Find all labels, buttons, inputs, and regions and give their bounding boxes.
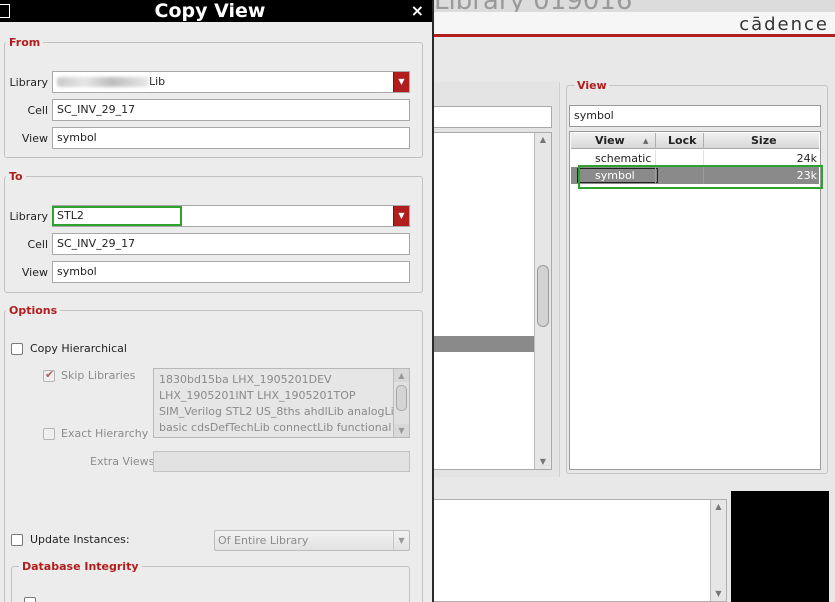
column-header-size[interactable]: Size xyxy=(704,133,819,149)
skip-libraries-list[interactable]: 1830bd15ba LHX_1905201DEV LHX_1905201INT… xyxy=(153,368,410,438)
options-title: Options xyxy=(6,304,61,317)
log-scrollbar[interactable]: ▲ ▼ xyxy=(710,500,726,601)
update-scope-select[interactable]: Of Entire Library ▼ xyxy=(214,530,410,551)
copy-hierarchical-checkbox[interactable] xyxy=(11,343,23,355)
from-library-combo[interactable]: Lib ▼ xyxy=(52,71,410,93)
column-header-view[interactable]: View ▲ xyxy=(571,133,656,149)
from-cell-field[interactable]: SC_INV_29_17 xyxy=(52,99,410,121)
scroll-up-icon[interactable]: ▲ xyxy=(394,369,409,382)
extra-views-field[interactable] xyxy=(153,451,410,472)
from-library-label: Library xyxy=(9,76,48,89)
close-icon[interactable]: × xyxy=(411,2,424,20)
scroll-up-icon[interactable]: ▲ xyxy=(711,500,726,514)
cadence-logo: cādence xyxy=(739,14,829,35)
cell-list-scrollbar[interactable]: ▲ ▼ xyxy=(534,133,551,469)
cell-panel: ▲ ▼ xyxy=(434,82,560,477)
exact-hierarchy-checkbox[interactable] xyxy=(43,428,55,440)
exact-hierarchy-label: Exact Hierarchy xyxy=(61,427,149,440)
dialog-title: Copy View xyxy=(154,0,266,22)
annotation-highlight-library xyxy=(52,206,182,226)
chevron-down-icon[interactable]: ▼ xyxy=(393,72,409,92)
cell-filter-input[interactable] xyxy=(434,106,552,128)
scroll-down-icon[interactable]: ▼ xyxy=(535,455,551,469)
update-instances-checkbox[interactable] xyxy=(11,534,23,546)
cell-list[interactable]: ▲ ▼ xyxy=(434,132,552,470)
log-panel: ▲ ▼ xyxy=(434,499,727,602)
view-table-header: View ▲ Lock Size xyxy=(571,133,819,149)
to-library-label: Library xyxy=(9,210,48,223)
chevron-down-icon[interactable]: ▼ xyxy=(393,531,409,550)
copy-view-dialog: Copy View × From Library Lib ▼ Cell SC_I… xyxy=(0,0,434,602)
to-title: To xyxy=(6,170,26,183)
skip-libraries-checkbox[interactable]: ✔ xyxy=(43,368,55,382)
extra-views-label: Extra Views xyxy=(90,455,155,468)
scroll-down-icon[interactable]: ▼ xyxy=(394,424,409,437)
column-header-lock[interactable]: Lock xyxy=(656,133,704,149)
scroll-down-icon[interactable]: ▼ xyxy=(711,587,726,601)
dialog-titlebar: Copy View × xyxy=(0,0,432,22)
chevron-down-icon[interactable]: ▼ xyxy=(393,206,409,226)
preview-area xyxy=(731,491,829,602)
to-view-field[interactable]: symbol xyxy=(52,261,410,283)
view-panel: View symbol View ▲ Lock Size schematic 2… xyxy=(563,74,829,476)
redacted-library-name xyxy=(57,77,149,87)
check-icon: ✔ xyxy=(45,368,55,381)
copy-hierarchical-label: Copy Hierarchical xyxy=(30,342,127,355)
from-view-field[interactable]: symbol xyxy=(52,127,410,149)
list-item: basic cdsDefTechLib connectLib functiona… xyxy=(159,421,392,434)
to-cell-label: Cell xyxy=(27,238,48,251)
cell-list-selected-row[interactable] xyxy=(434,336,534,352)
annotation-highlight-symbol-row xyxy=(578,165,823,189)
from-cell-label: Cell xyxy=(27,104,48,117)
brand-bar: cādence xyxy=(434,12,835,37)
to-view-label: View xyxy=(21,266,48,279)
view-filter-input[interactable]: symbol xyxy=(569,105,821,127)
window-title-fragment: Library 019016 xyxy=(434,0,632,12)
scroll-thumb[interactable] xyxy=(537,265,549,327)
skip-libraries-scrollbar[interactable]: ▲ ▼ xyxy=(393,369,409,437)
scroll-up-icon[interactable]: ▲ xyxy=(535,133,551,147)
skip-libraries-label: Skip Libraries xyxy=(61,369,136,382)
from-title: From xyxy=(6,36,44,49)
view-panel-title: View xyxy=(575,79,609,92)
scroll-thumb[interactable] xyxy=(396,385,407,411)
sort-ascending-icon: ▲ xyxy=(643,137,649,145)
list-item: SIM_Verilog STL2 US_8ths ahdlLib analogL… xyxy=(159,405,401,418)
to-cell-field[interactable]: SC_INV_29_17 xyxy=(52,233,410,255)
list-item: 1830bd15ba LHX_1905201DEV xyxy=(159,373,332,386)
from-view-label: View xyxy=(21,132,48,145)
database-integrity-checkbox[interactable] xyxy=(24,597,36,602)
window-title-strip: Library 019016 xyxy=(434,0,835,12)
list-item: LHX_1905201INT LHX_1905201TOP xyxy=(159,389,356,402)
update-instances-label: Update Instances: xyxy=(30,533,130,546)
database-integrity-title: Database Integrity xyxy=(19,560,142,573)
